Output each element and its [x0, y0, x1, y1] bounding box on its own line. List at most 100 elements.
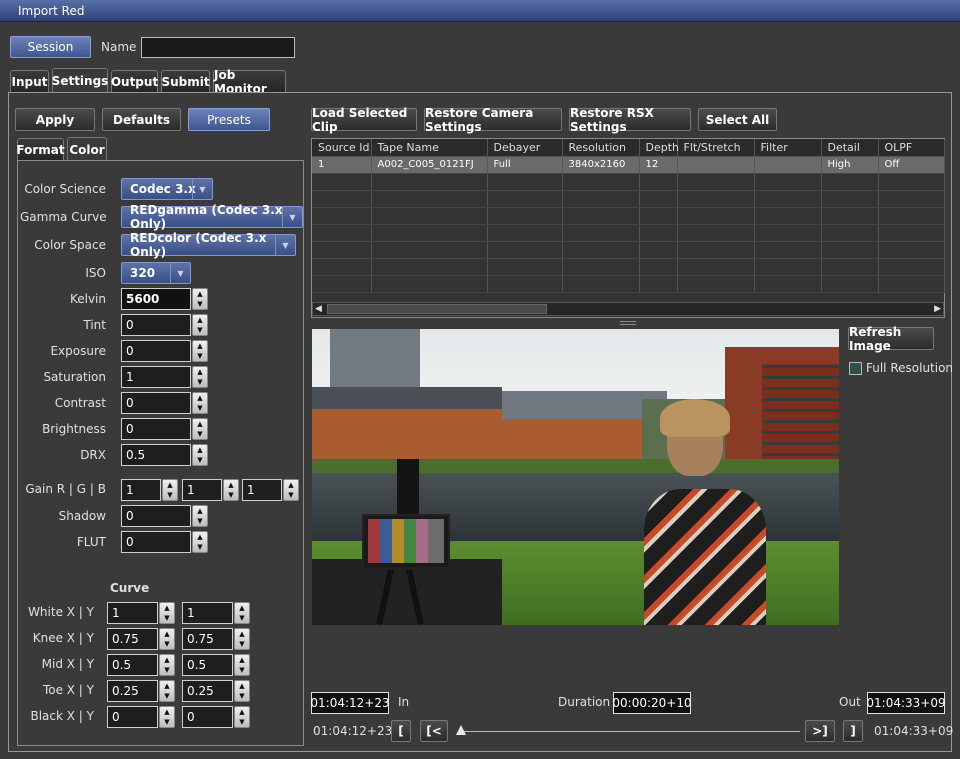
table-row[interactable] — [312, 241, 945, 259]
restore-camera-settings-button[interactable]: Restore Camera Settings — [424, 106, 562, 134]
table-row[interactable] — [312, 275, 945, 293]
defaults-button[interactable]: Defaults — [102, 108, 181, 131]
white-y-stepper[interactable]: 1 ▲ ▼ — [182, 602, 250, 624]
mid-x-stepper[interactable]: 0.5 ▲ ▼ — [107, 654, 175, 676]
saturation-stepper[interactable]: 1 ▲ ▼ — [121, 366, 208, 388]
column-header[interactable]: Detail — [821, 139, 879, 157]
tab-settings[interactable]: Settings — [52, 68, 108, 92]
column-header[interactable]: Debayer — [487, 139, 563, 157]
spin-arrows-icon[interactable]: ▲ ▼ — [192, 444, 208, 466]
spin-arrows-icon[interactable]: ▲ ▼ — [234, 654, 250, 676]
column-header[interactable]: Filter — [754, 139, 822, 157]
exposure-stepper[interactable]: 0 ▲ ▼ — [121, 340, 208, 362]
table-row[interactable] — [312, 207, 945, 225]
drx-stepper[interactable]: 0.5 ▲ ▼ — [121, 444, 208, 466]
in-timecode-field[interactable]: 01:04:12+23 — [310, 692, 390, 714]
tab-output[interactable]: Output — [111, 70, 158, 92]
restore-rsx-settings-button[interactable]: Restore RSX Settings — [569, 106, 691, 134]
spin-arrows-icon[interactable]: ▲ ▼ — [192, 366, 208, 388]
color-science-select[interactable]: Codec 3.x ▼ — [121, 178, 213, 200]
tab-input[interactable]: Input — [10, 70, 49, 92]
column-header[interactable]: Flt/Stretch — [677, 139, 755, 157]
table-row[interactable]: 1 A002_C005_0121FJ Full 3840x2160 12 Hig… — [312, 156, 945, 174]
mid-x-value[interactable]: 0.5 — [107, 654, 158, 676]
name-input[interactable] — [141, 37, 295, 58]
black-x-stepper[interactable]: 0 ▲ ▼ — [107, 706, 175, 728]
presets-button[interactable]: Presets — [188, 108, 270, 131]
flut-value[interactable]: 0 — [121, 531, 191, 553]
black-x-value[interactable]: 0 — [107, 706, 158, 728]
playhead-icon[interactable] — [456, 725, 466, 735]
spin-arrows-icon[interactable]: ▲ ▼ — [234, 680, 250, 702]
next-frame-button[interactable]: >] — [805, 720, 835, 742]
iso-select[interactable]: 320 ▼ — [121, 262, 191, 284]
refresh-image-button[interactable]: Refresh Image — [848, 325, 934, 353]
table-row[interactable] — [312, 190, 945, 208]
tint-stepper[interactable]: 0 ▲ ▼ — [121, 314, 208, 336]
knee-y-value[interactable]: 0.75 — [182, 628, 233, 650]
table-row[interactable] — [312, 224, 945, 242]
toe-y-stepper[interactable]: 0.25 ▲ ▼ — [182, 680, 250, 702]
gain-g-stepper[interactable]: 1 ▲ ▼ — [182, 479, 239, 501]
black-y-value[interactable]: 0 — [182, 706, 233, 728]
spin-arrows-icon[interactable]: ▲ ▼ — [192, 531, 208, 553]
spin-arrows-icon[interactable]: ▲ ▼ — [192, 505, 208, 527]
gamma-curve-select[interactable]: REDgamma (Codec 3.x Only) ▼ — [121, 203, 303, 231]
spin-arrows-icon[interactable]: ▲ ▼ — [162, 479, 178, 501]
spin-arrows-icon[interactable]: ▲ ▼ — [192, 392, 208, 414]
duration-field[interactable]: 00:00:20+10 — [612, 692, 692, 714]
saturation-value[interactable]: 1 — [121, 366, 191, 388]
column-header[interactable]: Tape Name — [371, 139, 488, 157]
tab-job-monitor[interactable]: Job Monitor — [213, 68, 286, 96]
knee-x-stepper[interactable]: 0.75 ▲ ▼ — [107, 628, 175, 650]
gain-b-stepper[interactable]: 1 ▲ ▼ — [242, 479, 299, 501]
white-x-value[interactable]: 1 — [107, 602, 158, 624]
toe-x-value[interactable]: 0.25 — [107, 680, 158, 702]
tab-format[interactable]: Format — [16, 138, 65, 160]
mid-y-stepper[interactable]: 0.5 ▲ ▼ — [182, 654, 250, 676]
toe-x-stepper[interactable]: 0.25 ▲ ▼ — [107, 680, 175, 702]
spin-arrows-icon[interactable]: ▲ ▼ — [192, 288, 208, 310]
column-header[interactable]: OLPF — [878, 139, 945, 157]
column-header[interactable]: Resolution — [562, 139, 640, 157]
gain-r-value[interactable]: 1 — [121, 479, 161, 501]
splitter-handle-icon[interactable] — [620, 321, 636, 325]
exposure-value[interactable]: 0 — [121, 340, 191, 362]
spin-arrows-icon[interactable]: ▲ ▼ — [192, 418, 208, 440]
contrast-value[interactable]: 0 — [121, 392, 191, 414]
tab-submit[interactable]: Submit — [161, 70, 210, 92]
gain-g-value[interactable]: 1 — [182, 479, 222, 501]
drx-value[interactable]: 0.5 — [121, 444, 191, 466]
scroll-right-icon[interactable]: ▶ — [934, 304, 941, 314]
previous-frame-button[interactable]: [< — [420, 720, 448, 742]
knee-y-stepper[interactable]: 0.75 ▲ ▼ — [182, 628, 250, 650]
knee-x-value[interactable]: 0.75 — [107, 628, 158, 650]
out-timecode-field[interactable]: 01:04:33+09 — [866, 692, 946, 714]
table-row[interactable] — [312, 258, 945, 276]
spin-arrows-icon[interactable]: ▲ ▼ — [234, 602, 250, 624]
black-y-stepper[interactable]: 0 ▲ ▼ — [182, 706, 250, 728]
spin-arrows-icon[interactable]: ▲ ▼ — [234, 706, 250, 728]
session-button[interactable]: Session — [10, 36, 91, 58]
scroll-left-icon[interactable]: ◀ — [315, 304, 322, 314]
contrast-stepper[interactable]: 0 ▲ ▼ — [121, 392, 208, 414]
spin-arrows-icon[interactable]: ▲ ▼ — [283, 479, 299, 501]
spin-arrows-icon[interactable]: ▲ ▼ — [223, 479, 239, 501]
spin-arrows-icon[interactable]: ▲ ▼ — [159, 680, 175, 702]
spin-arrows-icon[interactable]: ▲ ▼ — [234, 628, 250, 650]
shadow-value[interactable]: 0 — [121, 505, 191, 527]
mark-in-button[interactable]: [ — [391, 720, 411, 742]
kelvin-stepper[interactable]: 5600 ▲ ▼ — [121, 288, 208, 310]
spin-arrows-icon[interactable]: ▲ ▼ — [192, 340, 208, 362]
load-selected-clip-button[interactable]: Load Selected Clip — [311, 106, 417, 134]
mark-out-button[interactable]: ] — [843, 720, 863, 742]
full-resolution-checkbox[interactable] — [849, 362, 862, 375]
color-space-select[interactable]: REDcolor (Codec 3.x Only) ▼ — [121, 231, 296, 259]
scroll-thumb[interactable] — [327, 304, 547, 314]
brightness-stepper[interactable]: 0 ▲ ▼ — [121, 418, 208, 440]
spin-arrows-icon[interactable]: ▲ ▼ — [159, 654, 175, 676]
spin-arrows-icon[interactable]: ▲ ▼ — [192, 314, 208, 336]
gain-r-stepper[interactable]: 1 ▲ ▼ — [121, 479, 178, 501]
flut-stepper[interactable]: 0 ▲ ▼ — [121, 531, 208, 553]
spin-arrows-icon[interactable]: ▲ ▼ — [159, 628, 175, 650]
